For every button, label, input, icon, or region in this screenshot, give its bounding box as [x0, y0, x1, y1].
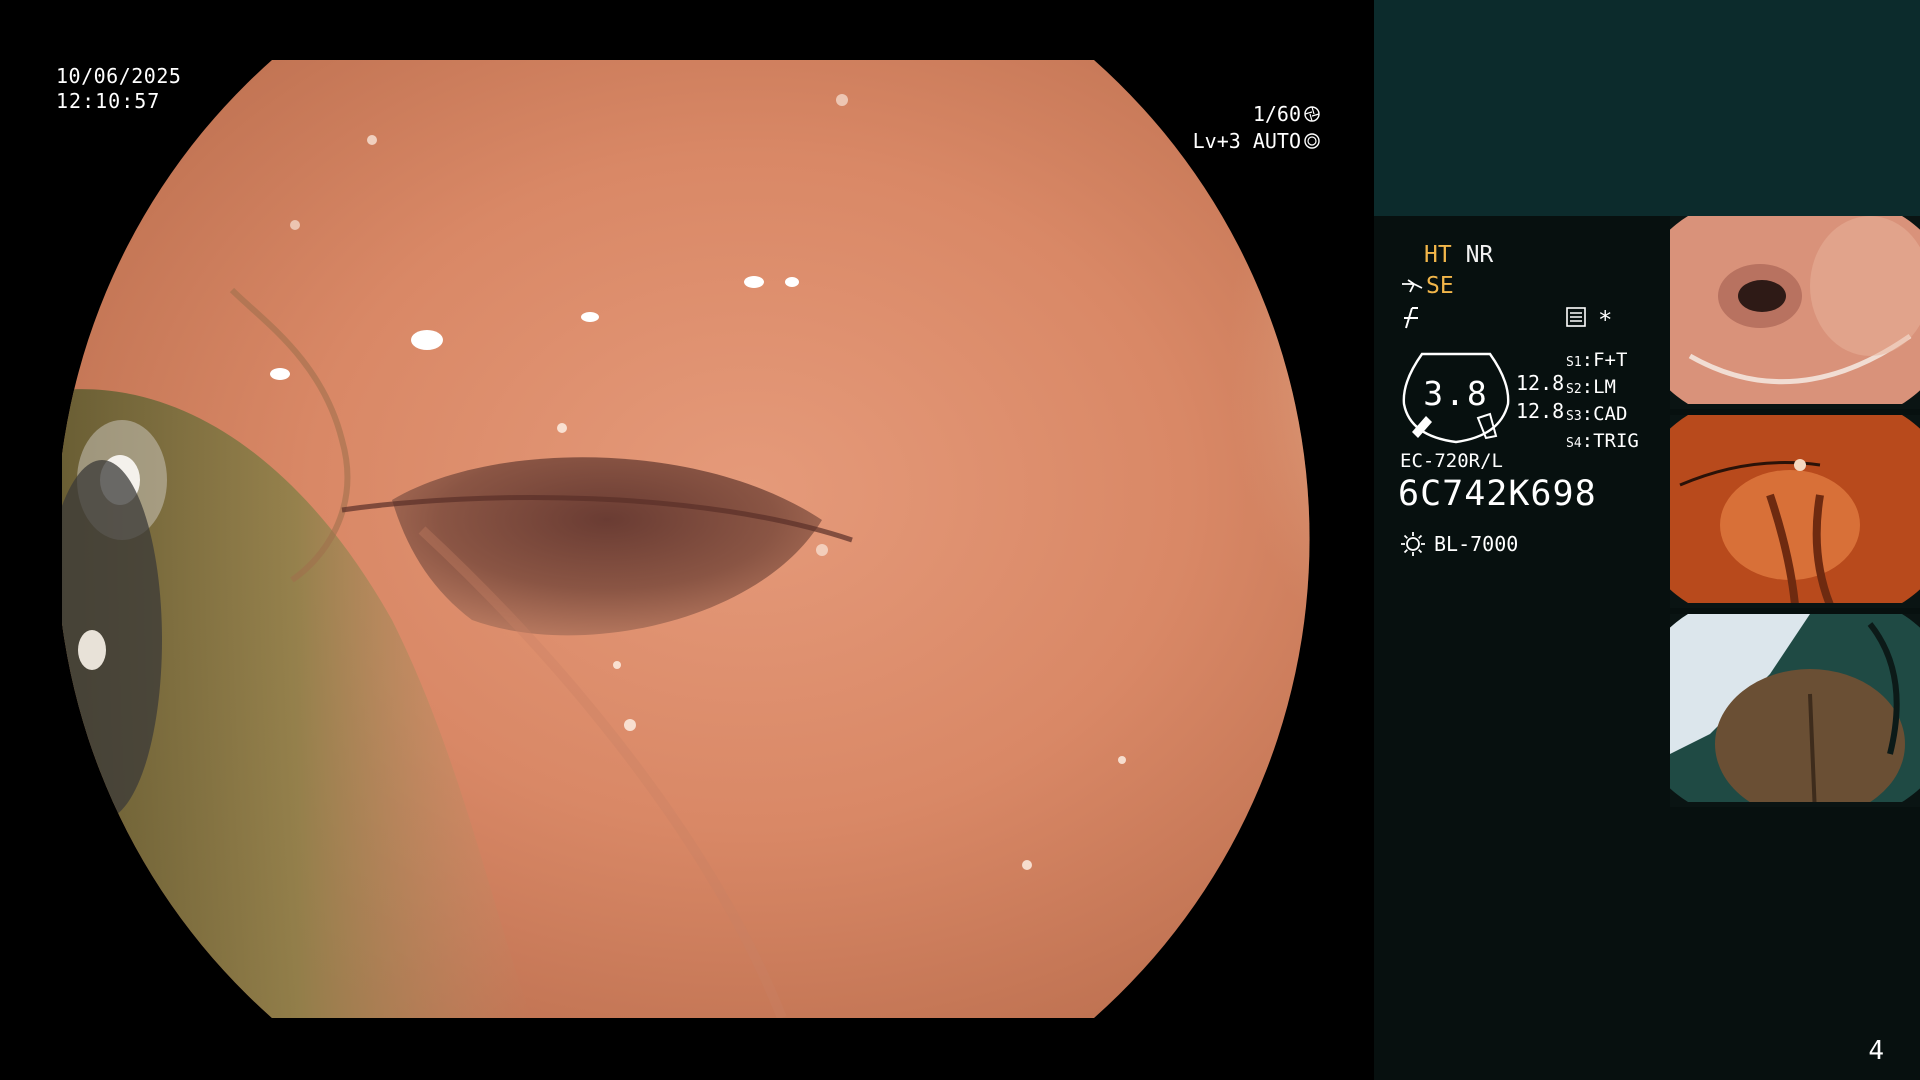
- switch-value: CAD: [1593, 403, 1628, 425]
- se-row: SE: [1400, 273, 1454, 299]
- exam-time: 12:10:57: [56, 89, 161, 113]
- capture-thumbnail[interactable]: [1670, 614, 1920, 807]
- page-number: 4: [1868, 1036, 1884, 1066]
- endoscope-live-image: [62, 60, 1310, 1018]
- capture-thumbnail[interactable]: [1670, 415, 1920, 608]
- freeze-icon: [1404, 307, 1418, 329]
- switch-row: S1:F+T: [1566, 349, 1628, 371]
- enhancement-tags: HT NR: [1424, 242, 1493, 268]
- nr-label: NR: [1465, 242, 1494, 268]
- switch-row: S2:LM: [1566, 376, 1616, 398]
- switch-row: S3:CAD: [1566, 403, 1628, 425]
- ht-label: HT: [1424, 242, 1452, 268]
- gauge-value: 3.8: [1423, 374, 1489, 413]
- switch-key: S1: [1566, 355, 1582, 370]
- switch-key: S3: [1566, 409, 1582, 424]
- switch-value: LM: [1593, 376, 1616, 398]
- switch-value: TRIG: [1593, 430, 1639, 452]
- panel-header-band: [1374, 0, 1920, 216]
- scope-model: EC-720R/L: [1400, 450, 1503, 472]
- se-label: SE: [1426, 273, 1454, 299]
- iris-icon: [1304, 132, 1320, 149]
- thumbnail-image: [1670, 415, 1920, 603]
- memory-card-icon: [1566, 307, 1586, 327]
- gauge-side-top: 12.8: [1516, 371, 1565, 395]
- scope-tip-icon: [1402, 279, 1423, 293]
- light-source: BL-7000: [1400, 531, 1518, 557]
- camera-shutter-icon: [1304, 105, 1320, 122]
- exam-date: 10/06/2025: [56, 64, 182, 88]
- switch-row: S4:TRIG: [1566, 430, 1639, 452]
- switch-assignments: S1:F+T S2:LM S3:CAD S4:TRIG: [1566, 348, 1639, 456]
- endoscope-main-view: 10/06/2025 12:10:57 1/60 Lv+3 AUTO: [0, 0, 1374, 1080]
- switch-key: S4: [1566, 436, 1582, 451]
- iris-mode: Lv+3 AUTO: [1192, 128, 1301, 153]
- gauge-side-bottom: 12.8: [1516, 399, 1565, 423]
- thumbnail-image: [1670, 614, 1920, 802]
- shutter-speed: 1/60: [1252, 101, 1301, 126]
- capture-thumbnail[interactable]: [1670, 216, 1920, 409]
- light-source-label: BL-7000: [1434, 532, 1519, 556]
- light-source-icon: [1401, 532, 1425, 556]
- switch-value: F+T: [1593, 349, 1628, 371]
- scope-serial: 6C742K698: [1398, 474, 1597, 514]
- switch-key: S2: [1566, 382, 1582, 397]
- star-mark: *: [1598, 306, 1613, 334]
- thumbnail-image: [1670, 216, 1920, 404]
- exposure-readout: 1/60 Lv+3 AUTO: [1193, 100, 1320, 154]
